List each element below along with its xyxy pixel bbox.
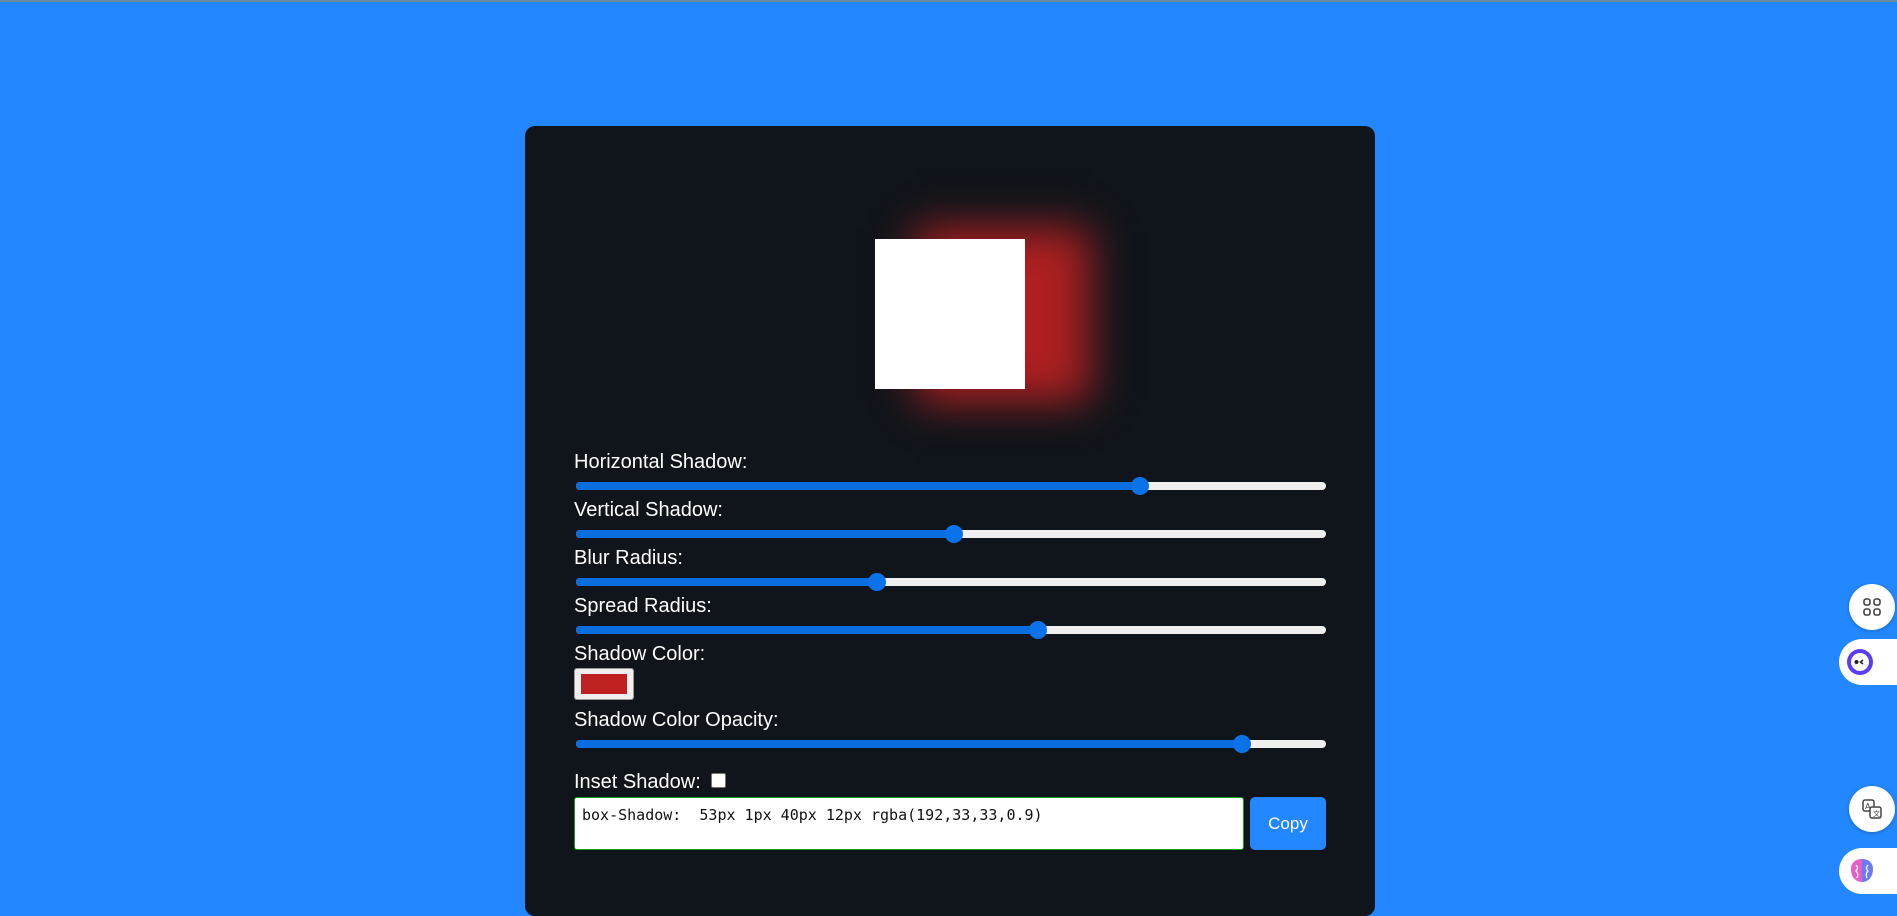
slider-thumb[interactable] [944,525,963,543]
blur-radius-slider[interactable] [574,570,1326,594]
vertical-shadow-label: Vertical Shadow: [574,499,723,521]
slider-thumb[interactable] [1028,621,1047,639]
svg-text:文: 文 [1873,809,1880,818]
horizontal-shadow-label: Horizontal Shadow: [574,451,748,473]
shadow-color-label: Shadow Color: [574,643,706,665]
css-output-field[interactable]: box-Shadow: 53px 1px 40px 12px rgba(192,… [574,797,1244,850]
slider-thumb[interactable] [1130,477,1149,495]
shadow-opacity-slider[interactable] [574,732,1326,756]
spread-radius-label: Spread Radius: [574,595,712,617]
slider-fill [576,530,954,538]
shadow-preview-box [875,239,1025,389]
translate-icon[interactable]: A 文 [1849,786,1895,832]
inset-shadow-label: Inset Shadow: [574,771,701,793]
controls-panel: Horizontal Shadow: Vertical Shadow: Blur… [574,450,1326,794]
slider-fill [576,626,1038,634]
slider-fill [576,482,1140,490]
copy-button[interactable]: Copy [1250,797,1326,850]
horizontal-shadow-slider[interactable] [574,474,1326,498]
slider-thumb[interactable] [868,573,886,591]
apps-grid-icon[interactable] [1849,584,1895,630]
svg-text:A: A [1865,802,1871,811]
blur-radius-label: Blur Radius: [574,547,683,569]
chat-assistant-icon[interactable] [1839,639,1897,685]
slider-thumb[interactable] [1233,735,1251,753]
spread-radius-slider[interactable] [574,618,1326,642]
inset-shadow-checkbox[interactable] [710,772,726,788]
vertical-shadow-slider[interactable] [574,522,1326,546]
shadow-opacity-label: Shadow Color Opacity: [574,709,779,731]
brain-ai-icon[interactable] [1839,848,1897,894]
inset-shadow-row: Inset Shadow: [574,770,1326,794]
slider-fill [576,578,877,586]
top-border [0,0,1897,2]
shadow-color-picker[interactable] [574,668,634,700]
slider-fill [576,740,1242,748]
output-row: box-Shadow: 53px 1px 40px 12px rgba(192,… [574,797,1326,850]
color-swatch [581,674,627,694]
